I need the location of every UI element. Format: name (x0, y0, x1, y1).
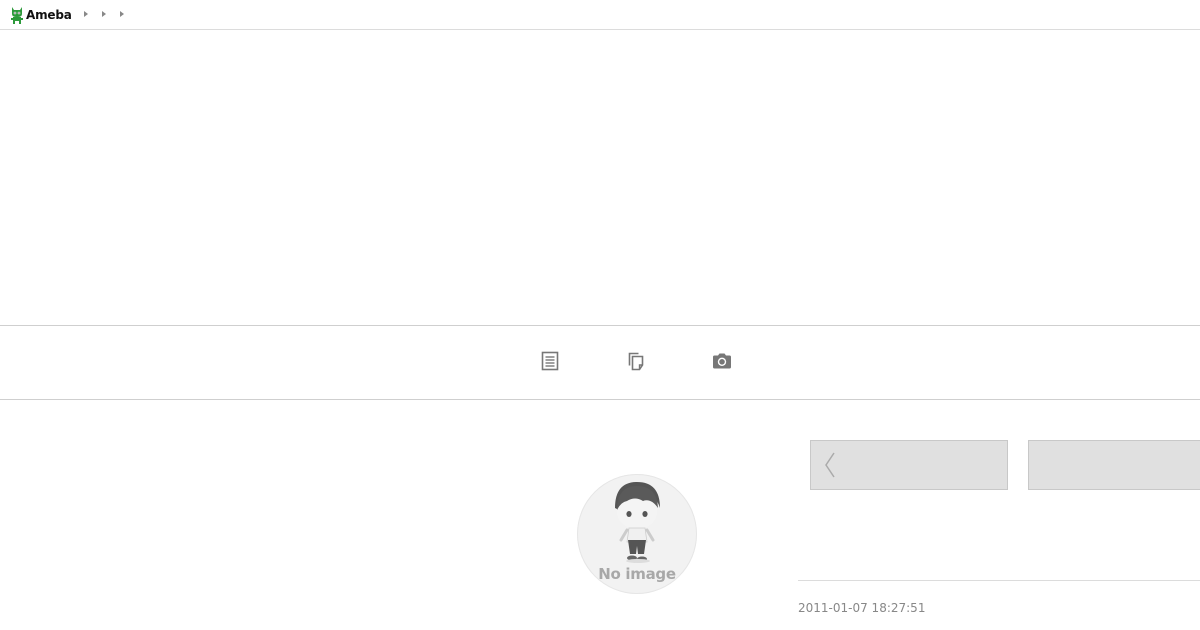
top-header: Ameba (0, 0, 1200, 30)
logo-wordmark: Ameba (26, 7, 72, 22)
blog-header-area (0, 30, 1200, 325)
article-icon[interactable] (539, 350, 561, 372)
prev-entry-button[interactable] (810, 440, 1008, 490)
avatar: No image (577, 474, 697, 594)
no-image-label: No image (598, 565, 676, 583)
copy-icon[interactable] (625, 350, 647, 372)
ameba-logo[interactable]: Ameba (9, 5, 72, 24)
camera-icon[interactable] (711, 350, 733, 372)
ameba-mascot-icon (11, 7, 23, 24)
avatar-placeholder-icon (615, 482, 660, 563)
breadcrumb-arrow-icon[interactable] (84, 11, 88, 17)
blog-menu-toolbar (0, 325, 1200, 400)
chevron-left-icon (825, 452, 835, 478)
breadcrumb-arrow-icon[interactable] (120, 11, 124, 17)
breadcrumb-arrow-icon[interactable] (102, 11, 106, 17)
breadcrumb (84, 11, 124, 17)
entry-timestamp: 2011-01-07 18:27:51 (798, 601, 926, 615)
next-entry-button[interactable] (1028, 440, 1200, 490)
entry-divider (798, 580, 1200, 581)
